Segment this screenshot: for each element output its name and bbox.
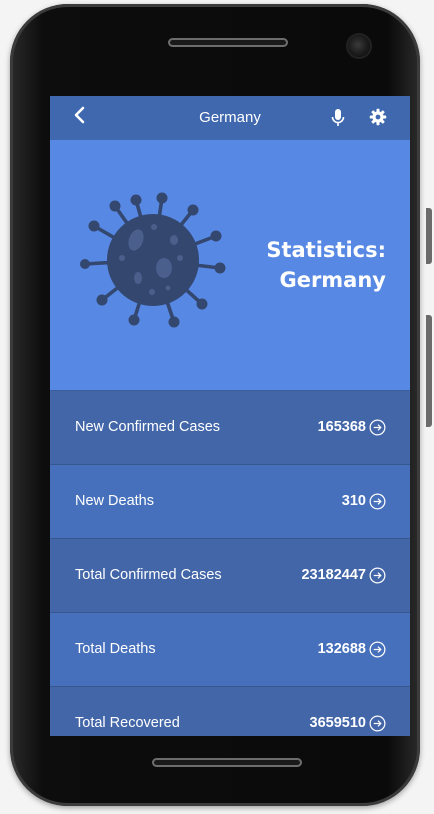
- stat-label: New Confirmed Cases: [75, 419, 221, 435]
- microphone-icon[interactable]: [330, 108, 346, 128]
- stat-row-total-confirmed[interactable]: Total Confirmed Cases 23182447: [50, 539, 410, 613]
- stat-label: Total Confirmed Cases: [75, 567, 222, 583]
- virus-icon: [80, 192, 226, 328]
- stat-label: New Deaths: [75, 493, 154, 509]
- bottom-speaker: [152, 758, 302, 767]
- app-screen: Germany Statistics: Germany New Confirme…: [50, 96, 410, 736]
- stat-value: 132688: [317, 641, 366, 657]
- page-title: Germany: [199, 109, 261, 126]
- stats-list: New Confirmed Cases 165368 New Deaths 31…: [50, 391, 410, 736]
- stat-value: 310: [341, 493, 366, 509]
- arrow-right-circle-icon: [369, 419, 386, 436]
- arrow-right-circle-icon: [369, 641, 386, 658]
- hero-banner: Statistics: Germany: [50, 140, 410, 391]
- stat-value: 165368: [317, 419, 366, 435]
- arrow-right-circle-icon: [369, 715, 386, 732]
- stat-value: 23182447: [301, 567, 366, 583]
- hero-title: Statistics: Germany: [266, 235, 386, 295]
- volume-button: [426, 208, 432, 264]
- hero-title-line1: Statistics:: [266, 238, 386, 262]
- earpiece-speaker: [168, 38, 288, 47]
- stat-value: 3659510: [309, 715, 366, 731]
- arrow-right-circle-icon: [369, 493, 386, 510]
- stat-row-total-deaths[interactable]: Total Deaths 132688: [50, 613, 410, 687]
- hero-title-line2: Germany: [279, 268, 386, 292]
- arrow-right-circle-icon: [369, 567, 386, 584]
- stat-label: Total Recovered: [75, 715, 180, 731]
- stat-row-new-deaths[interactable]: New Deaths 310: [50, 465, 410, 539]
- stat-row-total-recovered[interactable]: Total Recovered 3659510: [50, 687, 410, 736]
- stat-row-new-confirmed[interactable]: New Confirmed Cases 165368: [50, 391, 410, 465]
- app-bar: Germany: [50, 96, 410, 140]
- gear-icon[interactable]: [369, 108, 387, 126]
- stat-label: Total Deaths: [75, 641, 156, 657]
- power-button: [426, 315, 432, 427]
- front-camera: [348, 35, 370, 57]
- phone-frame: Germany Statistics: Germany New Confirme…: [10, 4, 420, 806]
